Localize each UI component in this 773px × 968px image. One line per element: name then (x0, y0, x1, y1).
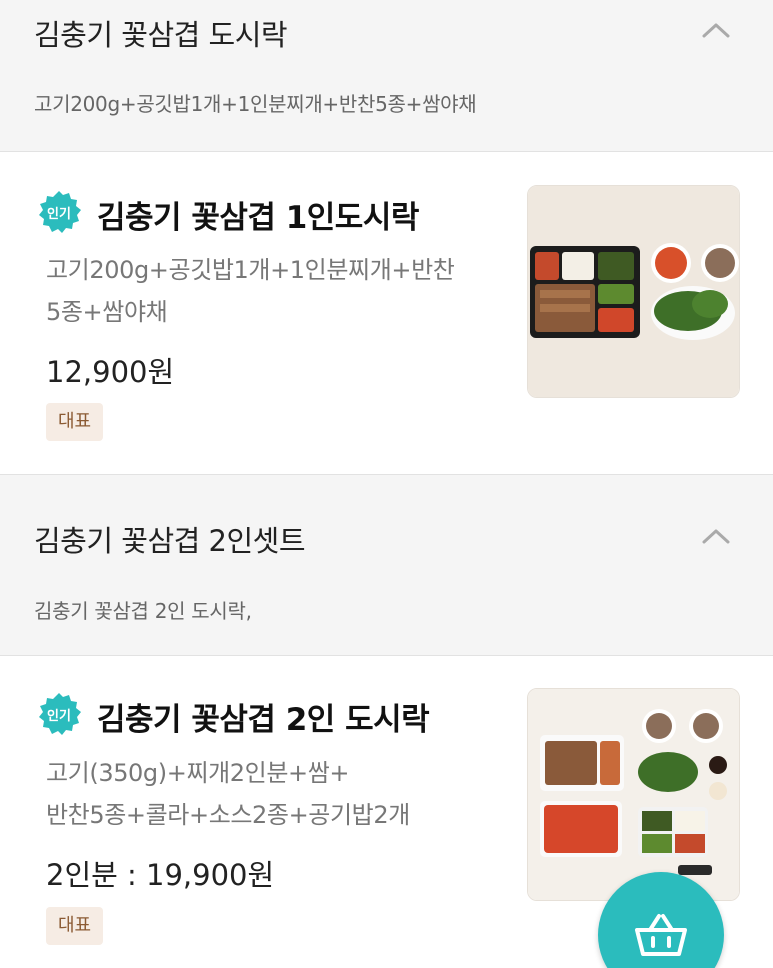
item-description: 고기(350g)+찌개2인분+쌈+ 반찬5종+콜라+소스2종+공기밥2개 (46, 752, 526, 836)
set-meal-photo (528, 689, 739, 900)
item-name: 김충기 꽃삼겹 1인도시락 (97, 200, 419, 236)
category-description: 김충기 꽃삼겹 2인 도시락, (34, 599, 252, 623)
category-header-1[interactable]: 김충기 꽃삼겹 도시락 고기200g+공깃밥1개+1인분찌개+반찬5종+쌈야채 (0, 0, 773, 152)
menu-item-1[interactable]: 인기 김충기 꽃삼겹 1인도시락 고기200g+공깃밥1개+1인분찌개+반찬 5… (0, 152, 773, 474)
item-description: 고기200g+공깃밥1개+1인분찌개+반찬 5종+쌈야채 (46, 249, 526, 333)
popular-badge-icon: 인기 (39, 693, 81, 735)
item-description-line1: 고기200g+공깃밥1개+1인분찌개+반찬 (46, 256, 455, 284)
item-image[interactable] (527, 185, 740, 398)
item-description-line2: 반찬5종+콜라+소스2종+공기밥2개 (46, 801, 410, 829)
item-image[interactable] (527, 688, 740, 901)
item-name: 김충기 꽃삼겹 2인 도시락 (97, 702, 430, 738)
category-description: 고기200g+공깃밥1개+1인분찌개+반찬5종+쌈야채 (34, 92, 477, 116)
popular-badge-icon: 인기 (39, 191, 81, 233)
lunchbox-photo (528, 186, 739, 397)
badge-text: 인기 (47, 708, 71, 724)
badge-text: 인기 (47, 206, 71, 222)
item-description-line2: 5종+쌈야채 (46, 298, 168, 326)
chevron-up-icon[interactable] (699, 520, 733, 554)
item-description-line1: 고기(350g)+찌개2인분+쌈+ (46, 759, 350, 787)
representative-tag: 대표 (46, 403, 104, 441)
representative-tag: 대표 (46, 907, 104, 945)
category-title: 김충기 꽃삼겹 도시락 (34, 18, 288, 52)
item-price: 2인분 : 19,900원 (46, 858, 275, 892)
chevron-up-icon[interactable] (699, 14, 733, 48)
basket-icon (635, 914, 687, 956)
category-title: 김충기 꽃삼겹 2인셋트 (34, 524, 306, 558)
item-price: 12,900원 (46, 355, 175, 389)
category-header-2[interactable]: 김충기 꽃삼겹 2인셋트 김충기 꽃삼겹 2인 도시락, (0, 474, 773, 656)
